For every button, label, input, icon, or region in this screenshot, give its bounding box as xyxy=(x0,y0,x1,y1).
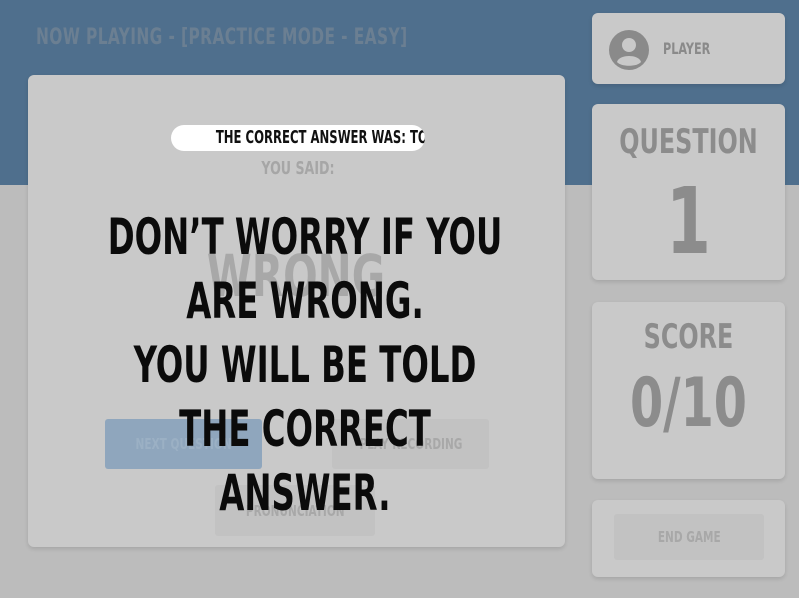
game-screen: NOW PLAYING - [PRACTICE MODE - EASY] YOU… xyxy=(0,0,799,598)
player-name: PLAYER xyxy=(663,39,711,58)
player-card[interactable]: PLAYER xyxy=(592,13,785,84)
tutorial-tip: DON’T WORRY IF YOU ARE WRONG. YOU WILL B… xyxy=(20,205,590,525)
tip-line-1: DON’T WORRY IF YOU ARE WRONG. xyxy=(107,208,503,330)
user-avatar-icon xyxy=(609,30,649,70)
correct-answer-pill: THE CORRECT ANSWER WAS: TORU xyxy=(171,125,425,151)
now-playing-title: NOW PLAYING - [PRACTICE MODE - EASY] xyxy=(36,25,408,50)
you-said-label: YOU SAID: xyxy=(261,158,335,179)
tip-line-3: ANSWER. xyxy=(219,464,391,522)
question-card: QUESTION 1 xyxy=(592,104,785,280)
question-number: 1 xyxy=(666,168,711,275)
end-game-button[interactable]: END GAME xyxy=(614,514,764,560)
score-heading: SCORE xyxy=(643,317,734,357)
question-heading: QUESTION xyxy=(619,122,758,162)
correct-answer-text: THE CORRECT ANSWER WAS: TORU xyxy=(215,127,425,148)
score-card: SCORE 0/10 xyxy=(592,302,785,479)
score-value: 0/10 xyxy=(629,364,748,443)
tip-line-2: YOU WILL BE TOLD THE CORRECT xyxy=(133,336,477,458)
end-game-label: END GAME xyxy=(657,528,721,546)
